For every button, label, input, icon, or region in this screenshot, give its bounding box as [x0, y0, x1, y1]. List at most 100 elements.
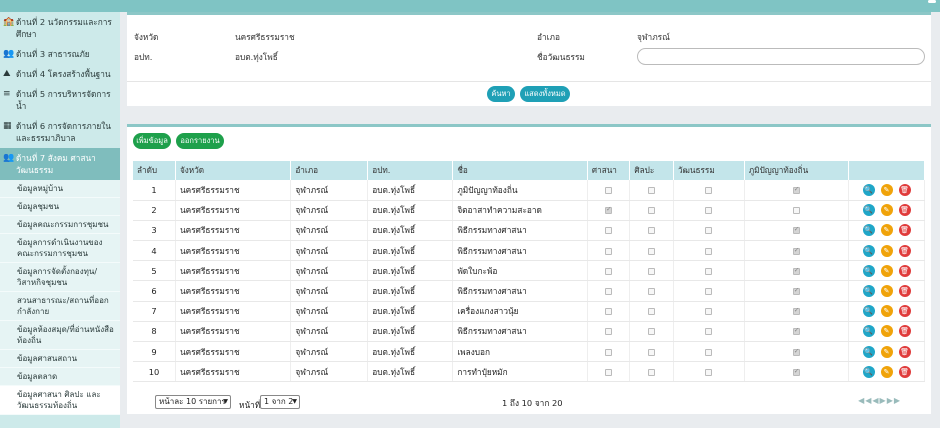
edit-icon[interactable]: ✎	[880, 325, 893, 338]
trash-icon[interactable]: 🗑	[898, 345, 911, 358]
trash-icon[interactable]: 🗑	[898, 305, 911, 318]
view-icon[interactable]: 🔍	[862, 264, 875, 277]
trash-icon[interactable]: 🗑	[898, 325, 911, 338]
col-district: อำเภอ	[290, 161, 369, 180]
row-culture-cell	[673, 260, 745, 282]
sidebar-item-label: ด้านที่ 4 โครงสร้างพื้นฐาน	[16, 69, 111, 79]
religion-checkbox	[605, 308, 613, 316]
view-icon[interactable]: 🔍	[862, 365, 875, 378]
row-district: จุฬาภรณ์	[290, 341, 369, 363]
search-button[interactable]: ค้นหา	[487, 86, 515, 102]
edit-icon[interactable]: ✎	[880, 244, 893, 257]
add-data-button[interactable]: เพิ่มข้อมูล	[133, 133, 171, 149]
trash-icon[interactable]: 🗑	[898, 264, 911, 277]
submenu-item-committee[interactable]: ข้อมูลคณะกรรมการชุมชน	[0, 216, 120, 234]
submenu-item-parks[interactable]: สวนสาธารณะ/สถานที่ออกกำลังกาย	[0, 292, 120, 321]
row-wisdom-cell	[744, 240, 850, 262]
col-no: ลำดับ	[133, 161, 176, 180]
view-icon[interactable]: 🔍	[862, 183, 875, 196]
edit-icon[interactable]: ✎	[880, 224, 893, 237]
page-select[interactable]: 1 จาก 2 ▼	[260, 395, 300, 409]
row-culture-cell	[673, 321, 745, 343]
trash-icon[interactable]: 🗑	[898, 244, 911, 257]
org-value: อบต.ทุ่งโพธิ์	[235, 52, 278, 62]
submenu-item-religion-art-culture[interactable]: ข้อมูลศาสนา ศิลปะ และวัฒนธรรมท้องถิ่น	[0, 386, 120, 415]
trash-icon[interactable]: 🗑	[898, 285, 911, 298]
art-checkbox	[648, 186, 656, 194]
sidebar-item-education[interactable]: 🏫 ด้านที่ 2 นวัตกรรมและการศึกษา	[0, 12, 120, 44]
sidebar-item-society[interactable]: 👥 ด้านที่ 7 สังคม ศาสนา วัฒนธรรม	[0, 148, 120, 180]
submenu-item-funds[interactable]: ข้อมูลการจัดตั้งกองทุน/วิสาหกิจชุมชน	[0, 263, 120, 292]
users-icon: 👥	[3, 153, 15, 163]
table-row: 5 นครศรีธรรมราช จุฬาภรณ์ อบต.ทุ่งโพธิ์ พัดใบ…	[133, 260, 925, 282]
wisdom-checkbox	[792, 246, 800, 255]
edit-icon[interactable]: ✎	[880, 183, 893, 196]
row-org: อบต.ทุ่งโพธิ์	[367, 341, 454, 363]
sidebar-item-disaster[interactable]: 👥 ด้านที่ 3 สาธารณภัย	[0, 44, 120, 64]
row-name: พัดใบกะพ้อ	[452, 260, 588, 282]
row-number: 10	[133, 361, 176, 383]
edit-icon[interactable]: ✎	[880, 365, 893, 378]
pagination-nav-icons[interactable]: ◀◀◀▶▶▶	[858, 396, 901, 405]
view-icon[interactable]: 🔍	[862, 345, 875, 358]
row-number: 1	[133, 180, 176, 201]
district-value: จุฬาภรณ์	[637, 32, 670, 42]
edit-icon[interactable]: ✎	[880, 264, 893, 277]
sidebar-item-water[interactable]: ≡ ด้านที่ 5 การบริหารจัดการน้ำ	[0, 84, 120, 116]
row-province: นครศรีธรรมราช	[175, 260, 292, 282]
view-icon[interactable]: 🔍	[862, 204, 875, 217]
row-wisdom-cell	[744, 220, 850, 242]
wisdom-checkbox	[792, 306, 800, 316]
row-religion-cell	[587, 200, 631, 221]
row-district: จุฬาภรณ์	[290, 200, 369, 221]
sidebar-item-governance[interactable]: ▦ ด้านที่ 6 การจัดการภายในและธรรมาภิบาล	[0, 116, 120, 148]
edit-icon[interactable]: ✎	[880, 305, 893, 318]
view-icon[interactable]: 🔍	[862, 325, 875, 338]
sidebar-item-infrastructure[interactable]: ⛰ ด้านที่ 4 โครงสร้างพื้นฐาน	[0, 64, 120, 84]
submenu-item-market[interactable]: ข้อมูลตลาด	[0, 368, 120, 386]
wisdom-checkbox	[792, 347, 800, 356]
submenu-item-village[interactable]: ข้อมูลหมู่บ้าน	[0, 180, 120, 198]
export-report-button[interactable]: ออกรายงาน	[176, 133, 224, 149]
row-religion-cell	[587, 260, 631, 282]
trash-icon[interactable]: 🗑	[898, 204, 911, 217]
row-actions: 🔍 ✎ 🗑	[848, 200, 925, 221]
art-checkbox	[648, 207, 656, 215]
province-label: จังหวัด	[134, 32, 159, 42]
view-icon[interactable]: 🔍	[862, 224, 875, 237]
row-actions: 🔍 ✎ 🗑	[848, 301, 925, 322]
submenu-item-committee-ops[interactable]: ข้อมูลการดำเนินงานของคณะกรรมการชุมชน	[0, 234, 120, 263]
row-name: เพลงบอก	[452, 341, 588, 363]
trash-icon[interactable]: 🗑	[898, 224, 911, 237]
row-religion-cell	[587, 240, 631, 262]
art-checkbox	[648, 288, 656, 296]
show-all-button[interactable]: แสดงทั้งหมด	[520, 86, 570, 102]
row-number: 3	[133, 220, 176, 242]
table-row: 7 นครศรีธรรมราช จุฬาภรณ์ อบต.ทุ่งโพธิ์ เครื่…	[133, 301, 925, 322]
row-religion-cell	[587, 301, 631, 322]
culture-checkbox	[705, 348, 713, 356]
row-province: นครศรีธรรมราช	[175, 180, 292, 201]
view-icon[interactable]: 🔍	[862, 285, 875, 298]
row-name: จิตอาสาทำความสะอาด	[452, 200, 588, 221]
row-name: พิธีกรรมทางศาสนา	[452, 220, 588, 242]
view-icon[interactable]: 🔍	[862, 305, 875, 318]
row-actions: 🔍 ✎ 🗑	[848, 240, 925, 262]
trash-icon[interactable]: 🗑	[898, 183, 911, 196]
per-page-select[interactable]: หน้าละ 10 รายการ ▼	[155, 395, 231, 409]
edit-icon[interactable]: ✎	[880, 285, 893, 298]
edit-icon[interactable]: ✎	[880, 204, 893, 217]
culture-checkbox	[705, 267, 713, 275]
submenu-item-religious-places[interactable]: ข้อมูลศาสนสถาน	[0, 350, 120, 368]
wisdom-checkbox	[792, 225, 800, 235]
submenu-item-library[interactable]: ข้อมูลห้องสมุด/ที่อ่านหนังสือท้องถิ่น	[0, 321, 120, 350]
row-number: 7	[133, 301, 176, 322]
submenu-item-community[interactable]: ข้อมูลชุมชน	[0, 198, 120, 216]
culture-name-input[interactable]	[637, 48, 925, 65]
edit-icon[interactable]: ✎	[880, 345, 893, 358]
culture-checkbox	[705, 308, 713, 316]
view-icon[interactable]: 🔍	[862, 244, 875, 257]
trash-icon[interactable]: 🗑	[898, 365, 911, 378]
row-province: นครศรีธรรมราช	[175, 321, 292, 343]
row-wisdom-cell	[744, 361, 850, 383]
